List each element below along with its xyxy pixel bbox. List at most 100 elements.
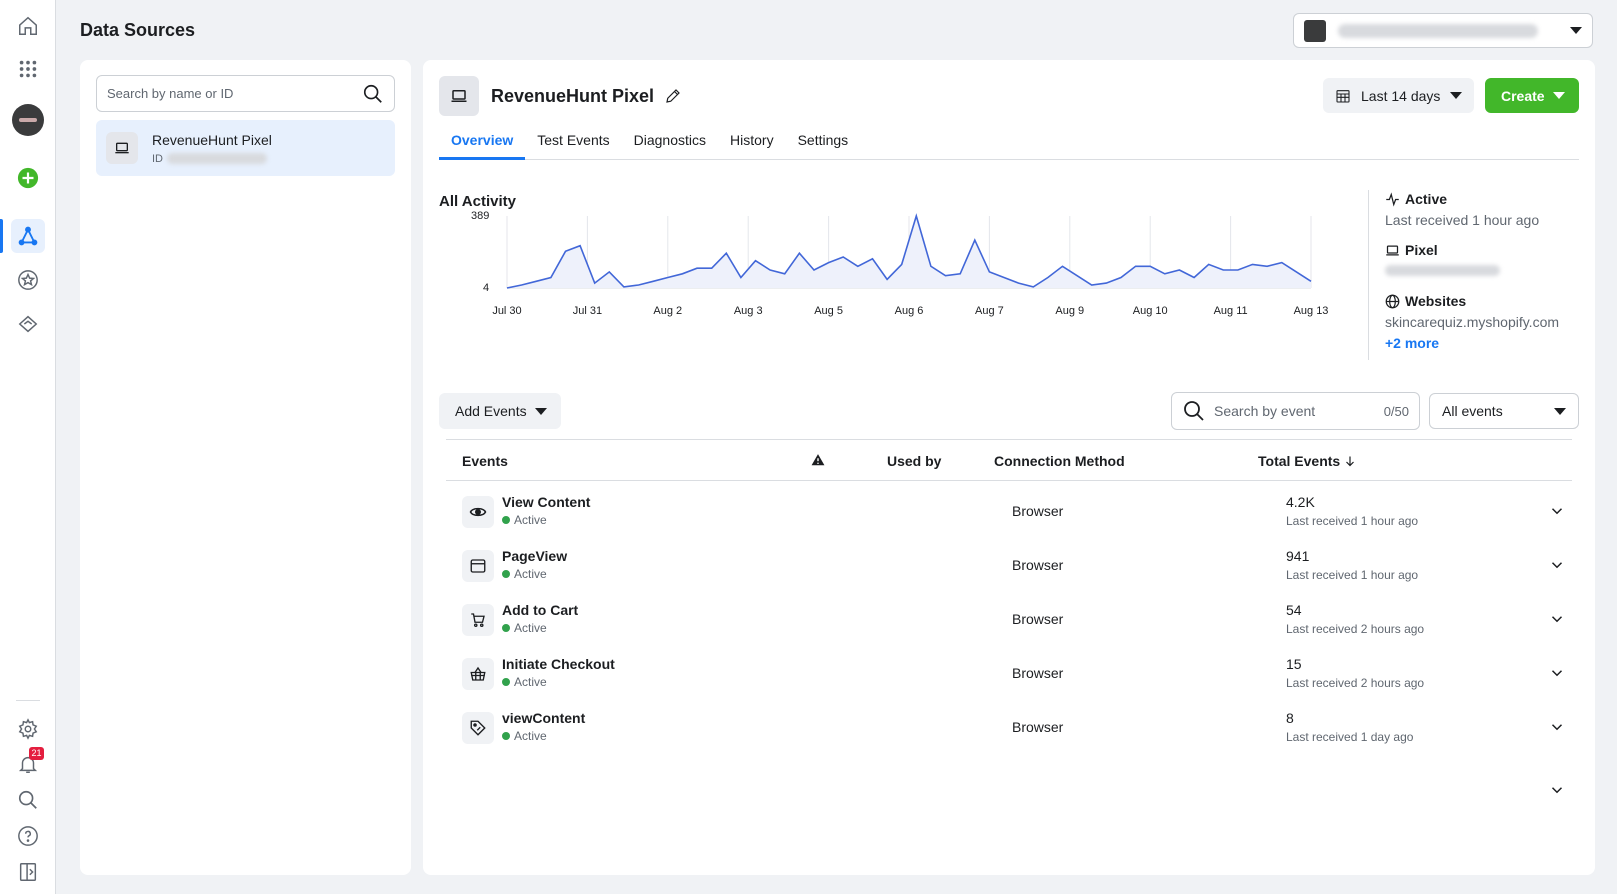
date-range-button[interactable]: Last 14 days — [1323, 78, 1474, 113]
help-icon[interactable] — [11, 819, 45, 853]
source-search-input[interactable] — [107, 86, 362, 101]
more-websites-link[interactable]: +2 more — [1385, 335, 1585, 351]
pixel-header: RevenueHunt Pixel — [439, 76, 682, 116]
create-label: Create — [1501, 87, 1545, 104]
x-tick-label: Aug 11 — [1214, 305, 1248, 317]
source-search[interactable] — [96, 75, 395, 112]
tab-test-events[interactable]: Test Events — [525, 131, 621, 160]
source-item-revenuehunt-pixel[interactable]: RevenueHunt Pixel ID — [96, 120, 395, 176]
chevron-down-icon[interactable] — [1548, 718, 1566, 736]
business-logo — [1304, 19, 1326, 42]
event-status: Active — [502, 567, 547, 581]
rail-divider — [16, 700, 40, 701]
page-title: Data Sources — [80, 20, 196, 40]
chevron-down-icon[interactable] — [1548, 502, 1566, 520]
create-plus-icon[interactable] — [11, 161, 45, 195]
pixel-name: RevenueHunt Pixel — [491, 85, 655, 106]
source-type-label: Pixel — [1405, 242, 1438, 258]
home-icon[interactable] — [11, 9, 45, 43]
event-status: Active — [502, 675, 547, 689]
notifications-bell-icon[interactable]: 21 — [11, 747, 45, 781]
x-tick-label: Aug 7 — [975, 305, 1004, 317]
laptop-icon — [439, 76, 479, 116]
activity-pulse-icon — [1386, 191, 1399, 207]
status-dot-icon — [502, 732, 510, 740]
basket-icon — [462, 658, 494, 690]
column-events[interactable]: Events — [462, 453, 508, 469]
star-icon[interactable] — [11, 263, 45, 297]
toggle-sidebar-icon[interactable] — [11, 855, 45, 889]
event-connection: Browser — [1012, 611, 1064, 627]
tab-history[interactable]: History — [718, 131, 786, 160]
partner-handshake-icon[interactable] — [11, 307, 45, 341]
event-search[interactable]: 0/50 — [1171, 392, 1420, 430]
event-name: Add to Cart — [502, 602, 579, 618]
event-status: Active — [502, 513, 547, 527]
add-events-button[interactable]: Add Events — [439, 393, 561, 429]
table-row[interactable]: View Content Active Browser 4.2K Last re… — [446, 484, 1572, 538]
search-icon[interactable] — [11, 783, 45, 817]
column-total-events[interactable]: Total Events — [1258, 453, 1356, 469]
column-connection-method[interactable]: Connection Method — [994, 453, 1125, 469]
websites-label: Websites — [1405, 293, 1467, 309]
event-total: 8 — [1286, 710, 1294, 726]
chevron-down-icon[interactable] — [1548, 664, 1566, 682]
apps-grid-icon[interactable] — [11, 52, 45, 86]
events-manager-icon[interactable] — [0, 219, 45, 253]
x-tick-label: Aug 6 — [895, 305, 924, 317]
pixel-tabs: Overview Test Events Diagnostics History… — [439, 131, 1579, 160]
activity-title: All Activity — [439, 193, 516, 210]
website-url: skincarequiz.myshopify.com — [1385, 314, 1560, 330]
chevron-down-icon — [1553, 92, 1565, 99]
status-dot-icon — [502, 624, 510, 632]
table-row[interactable]: Initiate Checkout Active Browser 15 Last… — [446, 646, 1572, 700]
chevron-down-icon — [535, 407, 547, 415]
edit-pencil-icon[interactable] — [664, 87, 682, 105]
business-name-redacted — [1338, 23, 1538, 38]
sort-arrow-down-icon — [1346, 456, 1355, 467]
chevron-down-icon — [1450, 92, 1462, 99]
business-account-selector[interactable] — [1293, 13, 1593, 48]
tab-settings[interactable]: Settings — [786, 131, 861, 160]
event-status: Active — [502, 621, 547, 635]
activity-chart: 389 4 Jul 30 Jul 31 Aug 2 Aug 3 Aug 5 Aug 6 Au… — [471, 210, 1328, 317]
tab-diagnostics[interactable]: Diagnostics — [622, 131, 718, 160]
event-filter-select[interactable]: All events — [1429, 393, 1579, 429]
column-used-by[interactable]: Used by — [887, 453, 941, 469]
show-more-chevron-down-icon[interactable] — [1548, 781, 1566, 799]
tab-overview[interactable]: Overview — [439, 131, 526, 160]
status-label: Active — [1405, 191, 1448, 207]
globe-icon — [1385, 294, 1400, 308]
cart-icon — [462, 604, 494, 636]
column-total-events-label: Total Events — [1258, 453, 1341, 469]
event-last-received: Last received 2 hours ago — [1286, 622, 1425, 636]
table-row[interactable]: Add to Cart Active Browser 54 Last recei… — [446, 592, 1572, 646]
data-sources-panel: RevenueHunt Pixel ID — [80, 60, 411, 875]
settings-gear-icon[interactable] — [11, 712, 45, 746]
event-last-received: Last received 1 day ago — [1286, 730, 1414, 744]
event-connection: Browser — [1012, 503, 1064, 519]
event-status-label: Active — [514, 621, 547, 635]
table-row[interactable]: viewContent Active Browser 8 Last receiv… — [446, 700, 1572, 754]
table-row[interactable]: PageView Active Browser 941 Last receive… — [446, 538, 1572, 592]
create-button[interactable]: Create — [1485, 78, 1579, 113]
event-search-input[interactable] — [1214, 403, 1384, 419]
x-tick-label: Aug 3 — [734, 305, 763, 317]
event-last-received: Last received 1 hour ago — [1286, 568, 1419, 582]
add-events-label: Add Events — [455, 403, 527, 419]
event-status: Active — [502, 729, 547, 743]
event-filter-value: All events — [1442, 403, 1503, 419]
y-tick-label: 4 — [483, 282, 489, 294]
event-name: View Content — [502, 494, 591, 510]
business-avatar[interactable] — [11, 103, 45, 137]
pixel-detail-panel: RevenueHunt Pixel Last 14 days Create Ov… — [423, 60, 1595, 875]
chevron-down-icon — [1570, 27, 1582, 34]
event-last-received: Last received 2 hours ago — [1286, 676, 1425, 690]
source-name: RevenueHunt Pixel — [152, 131, 272, 148]
chevron-down-icon[interactable] — [1548, 556, 1566, 574]
status-dot-icon — [502, 678, 510, 686]
status-dot-icon — [502, 516, 510, 524]
chevron-down-icon[interactable] — [1548, 610, 1566, 628]
nav-rail: 21 — [0, 0, 56, 894]
x-tick-label: Aug 2 — [653, 305, 682, 317]
